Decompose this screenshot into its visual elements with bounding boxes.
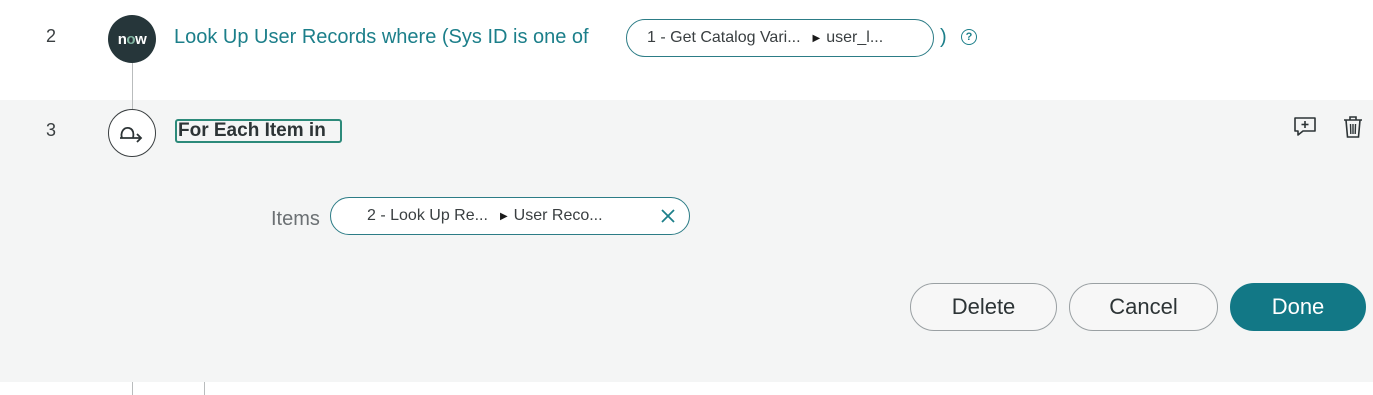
delete-button[interactable]: Delete	[910, 283, 1057, 331]
step-number: 2	[45, 26, 56, 46]
add-comment-icon[interactable]	[1292, 114, 1318, 140]
data-pill-field: user_l...	[826, 29, 884, 46]
help-icon[interactable]: ?	[961, 29, 977, 45]
flow-logic-title[interactable]: For Each Item in	[175, 119, 342, 143]
close-paren: )	[940, 26, 947, 48]
clear-icon[interactable]	[659, 207, 677, 225]
data-pill-source: 2 - Look Up Re...	[367, 207, 488, 224]
connector-line	[204, 382, 205, 395]
data-pill[interactable]: 1 - Get Catalog Vari... ▶ user_l...	[626, 19, 934, 57]
servicenow-icon: now	[108, 15, 156, 63]
step-row-2: 2 now Look Up User Records where (Sys ID…	[0, 0, 1373, 100]
items-data-pill[interactable]: 2 - Look Up Re... ▶ User Reco...	[330, 197, 690, 235]
connector-line	[132, 62, 133, 100]
data-pill-field: User Reco...	[513, 207, 603, 224]
caret-right-icon: ▶	[499, 210, 508, 222]
action-title[interactable]: Look Up User Records where (Sys ID is on…	[174, 26, 589, 49]
done-button[interactable]: Done	[1230, 283, 1366, 331]
caret-right-icon: ▶	[812, 32, 821, 44]
step-number: 3	[45, 120, 56, 140]
connector-line	[132, 382, 133, 395]
items-label: Items	[271, 208, 320, 230]
flow-designer-page: 2 now Look Up User Records where (Sys ID…	[0, 0, 1373, 395]
data-pill-source: 1 - Get Catalog Vari...	[647, 29, 801, 46]
loop-icon	[108, 109, 156, 157]
trash-icon[interactable]	[1340, 114, 1366, 140]
cancel-button[interactable]: Cancel	[1069, 283, 1218, 331]
